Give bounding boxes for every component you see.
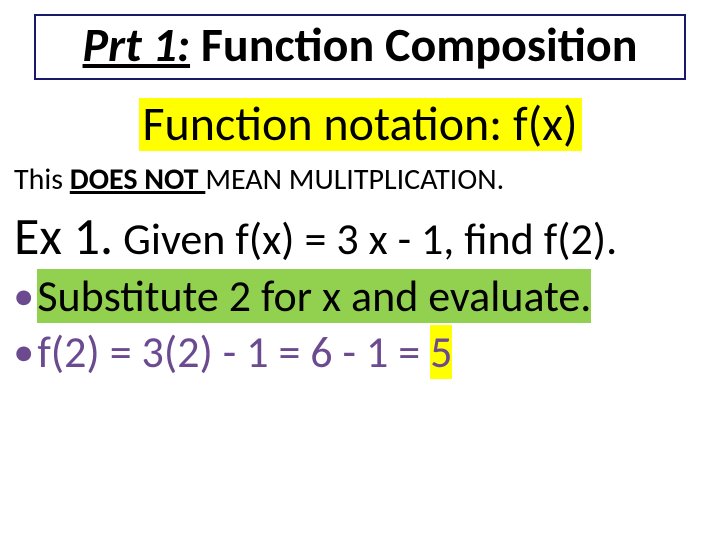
bullet-row-1: ●Substitute 2 for x and evaluate.	[14, 270, 706, 324]
bullet-2-answer: 5	[430, 325, 452, 379]
subtitle: Function notation: f(x)	[139, 98, 582, 151]
bullet-1-text: Substitute 2 for x and evaluate.	[37, 269, 591, 323]
note-emph: DOES NOT	[70, 161, 206, 198]
title-rest: Function Composition	[190, 15, 637, 74]
title-prefix: Prt 1:	[83, 15, 191, 74]
note-line: This DOES NOT MEAN MULITPLICATION.	[14, 163, 706, 196]
slide: Prt 1: Function Composition Function not…	[0, 0, 720, 540]
note-pre: This	[14, 161, 70, 198]
bullet-icon: ●	[14, 277, 33, 316]
note-post: MEAN MULITPLICATION.	[205, 161, 504, 198]
example-text: Given f(x) = 3 x - 1, find f(2).	[113, 212, 617, 266]
title-box: Prt 1: Function Composition	[34, 14, 686, 80]
body-content: Ex 1. Given f(x) = 3 x - 1, find f(2). ●…	[14, 205, 706, 380]
bullet-2-pre: f(2) = 3(2) - 1 = 6 - 1 =	[37, 325, 430, 379]
bullet-icon: ●	[14, 333, 33, 372]
bullet-row-2: ●f(2) = 3(2) - 1 = 6 - 1 = 5	[14, 326, 706, 380]
example-label: Ex 1.	[14, 204, 113, 268]
subtitle-wrap: Function notation: f(x)	[0, 98, 720, 151]
example-line: Ex 1. Given f(x) = 3 x - 1, find f(2).	[14, 205, 706, 268]
